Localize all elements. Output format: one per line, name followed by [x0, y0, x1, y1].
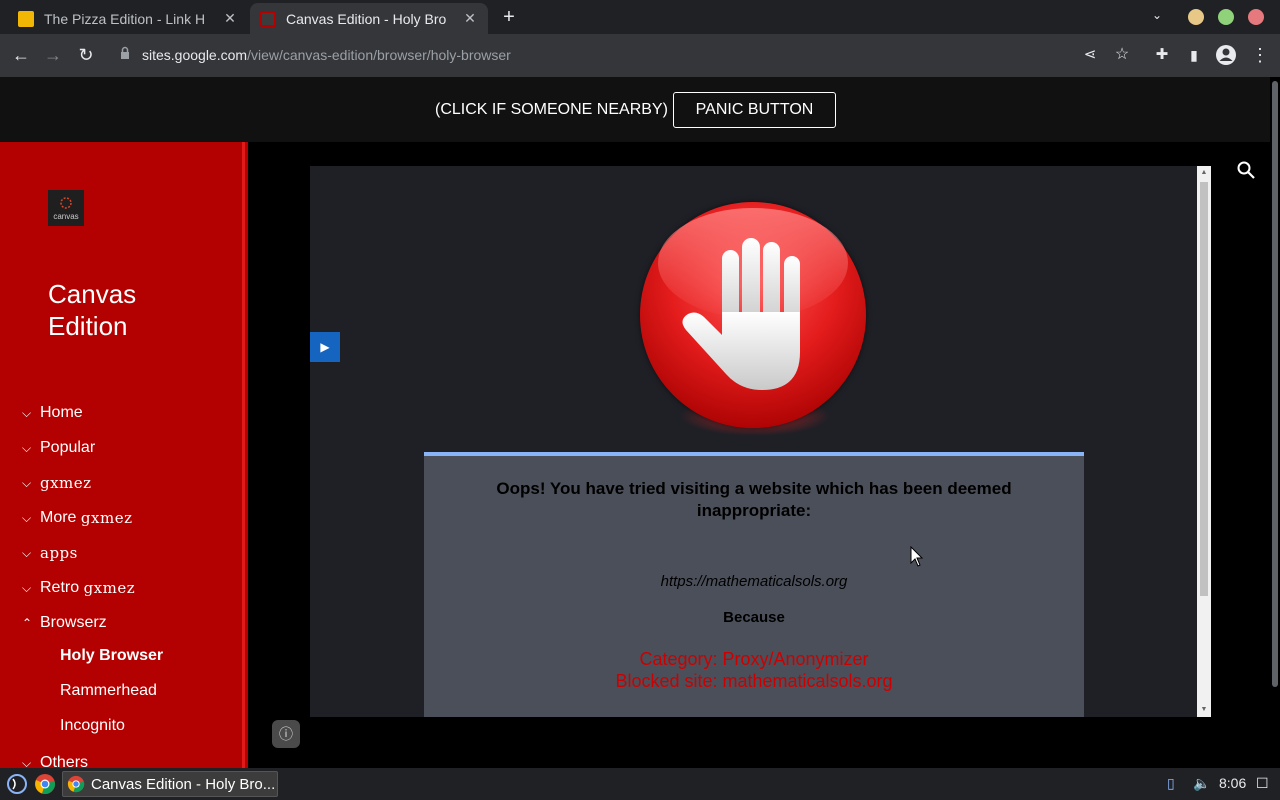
- nav-rammerhead[interactable]: Rammerhead: [60, 682, 157, 700]
- sidebar-divider: [242, 142, 245, 768]
- browser-tab-strip: The Pizza Edition - Link H ✕ Canvas Edit…: [0, 0, 1280, 34]
- chrome-launcher-icon[interactable]: [34, 773, 56, 795]
- blocked-url: https://mathematicalsols.org: [660, 573, 848, 590]
- tab-search-icon[interactable]: ⌄: [1152, 8, 1162, 22]
- nav-more-gxmez[interactable]: ⌵ More gxmez: [22, 507, 132, 529]
- nav-home[interactable]: ⌵ Home: [22, 402, 83, 424]
- extensions-icon[interactable]: ✚: [1151, 44, 1173, 66]
- blocked-category: Category: Proxy/Anonymizer: [639, 649, 869, 669]
- url-text[interactable]: sites.google.com/view/canvas-edition/bro…: [142, 47, 511, 63]
- page-scrollbar-thumb[interactable]: [1272, 81, 1278, 687]
- close-window-icon[interactable]: [1248, 9, 1264, 25]
- new-tab-icon[interactable]: +: [498, 6, 520, 28]
- taskbar-window-title: Canvas Edition - Holy Bro...: [91, 775, 276, 793]
- bookmark-star-icon[interactable]: ☆: [1111, 44, 1133, 66]
- canvas-favicon-icon: [260, 10, 276, 27]
- info-icon[interactable]: ⓘ: [272, 720, 300, 748]
- search-icon[interactable]: [1236, 160, 1256, 180]
- tab-canvas-edition[interactable]: Canvas Edition - Holy Bro ✕: [250, 3, 488, 34]
- clock[interactable]: 8:06: [1219, 775, 1246, 791]
- nav-holy-browser[interactable]: Holy Browser: [60, 647, 163, 665]
- blocked-title: Oops! You have tried visiting a website …: [496, 479, 1012, 520]
- panic-hint: (CLICK IF SOMEONE NEARBY): [435, 101, 668, 118]
- play-icon[interactable]: ▶: [310, 332, 340, 362]
- close-tab-icon[interactable]: ✕: [462, 10, 478, 27]
- volume-icon[interactable]: 🔈: [1193, 775, 1210, 792]
- site-logo[interactable]: canvas: [48, 190, 84, 226]
- blocked-site: Blocked site: mathematicalsols.org: [615, 671, 893, 691]
- chevron-down-icon: ⌵: [22, 756, 32, 768]
- scroll-up-icon[interactable]: ▲: [1200, 169, 1208, 177]
- frame-scrollbar[interactable]: ▲ ▼: [1197, 166, 1211, 717]
- blocked-message-box: Oops! You have tried visiting a website …: [424, 452, 1084, 717]
- close-tab-icon[interactable]: ✕: [222, 10, 238, 27]
- maximize-window-icon[interactable]: [1218, 9, 1234, 25]
- scrollbar-thumb[interactable]: [1200, 182, 1208, 596]
- chevron-down-icon: ⌵: [22, 511, 32, 525]
- page-scrollbar[interactable]: [1270, 77, 1280, 768]
- minimize-window-icon[interactable]: [1188, 9, 1204, 25]
- clipboard-icon[interactable]: ▯: [1167, 775, 1175, 792]
- panic-bar: (CLICK IF SOMEONE NEARBY) PANIC BUTTON: [0, 77, 1270, 142]
- canvas-logo-icon: [60, 197, 72, 209]
- share-icon[interactable]: ⋖: [1079, 44, 1101, 66]
- tab-title: Canvas Edition - Holy Bro: [286, 10, 447, 27]
- site-title[interactable]: Canvas Edition: [48, 278, 208, 342]
- main-content: Oops! You have tried visiting a website …: [248, 142, 1270, 768]
- side-panel-icon[interactable]: ▮: [1183, 44, 1205, 66]
- nav-apps[interactable]: ⌵ apps: [22, 542, 78, 564]
- hand-icon: [682, 238, 800, 390]
- nav-popular[interactable]: ⌵ Popular: [22, 437, 95, 459]
- chevron-down-icon: ⌵: [22, 581, 32, 595]
- chevron-up-icon: ⌃: [22, 616, 33, 630]
- pizza-favicon-icon: [18, 10, 34, 27]
- back-icon[interactable]: ←: [10, 44, 32, 66]
- chrome-menu-icon[interactable]: ⋮: [1249, 44, 1271, 66]
- show-desktop-icon[interactable]: ☐: [1256, 775, 1269, 792]
- stop-hand-icon: [640, 202, 866, 428]
- web-page: (CLICK IF SOMEONE NEARBY) PANIC BUTTON c…: [0, 77, 1270, 768]
- nav-incognito[interactable]: Incognito: [60, 717, 125, 735]
- scroll-down-icon[interactable]: ▼: [1200, 706, 1208, 714]
- forward-icon[interactable]: →: [42, 44, 64, 66]
- mouse-cursor-icon: [910, 546, 924, 567]
- blocked-reason: Category: Proxy/Anonymizer Blocked site:…: [424, 648, 1084, 692]
- sidebar: canvas Canvas Edition ⌵ Home ⌵ Popular ⌵ gx…: [0, 142, 248, 768]
- profile-avatar-icon[interactable]: [1215, 44, 1237, 66]
- embedded-frame[interactable]: Oops! You have tried visiting a website …: [310, 166, 1197, 717]
- nav-browserz[interactable]: ⌃ Browserz: [22, 612, 107, 634]
- lock-icon: [121, 46, 129, 59]
- logo-text: canvas: [53, 212, 79, 221]
- chevron-down-icon: ⌵: [22, 406, 32, 420]
- chevron-down-icon: ⌵: [22, 546, 32, 560]
- reload-icon[interactable]: ↻: [75, 44, 97, 66]
- os-taskbar: Canvas Edition - Holy Bro... ▯ 🔈 8:06 ☐: [0, 768, 1280, 800]
- nav-retro-gxmez[interactable]: ⌵ Retro gxmez: [22, 577, 135, 599]
- start-menu-icon[interactable]: [6, 773, 28, 795]
- panic-button[interactable]: PANIC BUTTON: [673, 92, 836, 128]
- nav-others[interactable]: ⌵ Others: [22, 752, 88, 768]
- tab-pizza-edition[interactable]: The Pizza Edition - Link H ✕: [8, 3, 248, 34]
- chevron-down-icon: ⌵: [22, 441, 32, 455]
- chevron-down-icon: ⌵: [22, 476, 32, 490]
- taskbar-window-chrome[interactable]: Canvas Edition - Holy Bro...: [62, 771, 278, 797]
- tab-title: The Pizza Edition - Link H: [44, 10, 206, 27]
- browser-toolbar: ← → ↻ sites.google.com/view/canvas-editi…: [0, 34, 1280, 77]
- nav-gxmez[interactable]: ⌵ gxmez: [22, 472, 92, 494]
- chrome-icon: [67, 775, 85, 793]
- because-label: Because: [723, 609, 785, 626]
